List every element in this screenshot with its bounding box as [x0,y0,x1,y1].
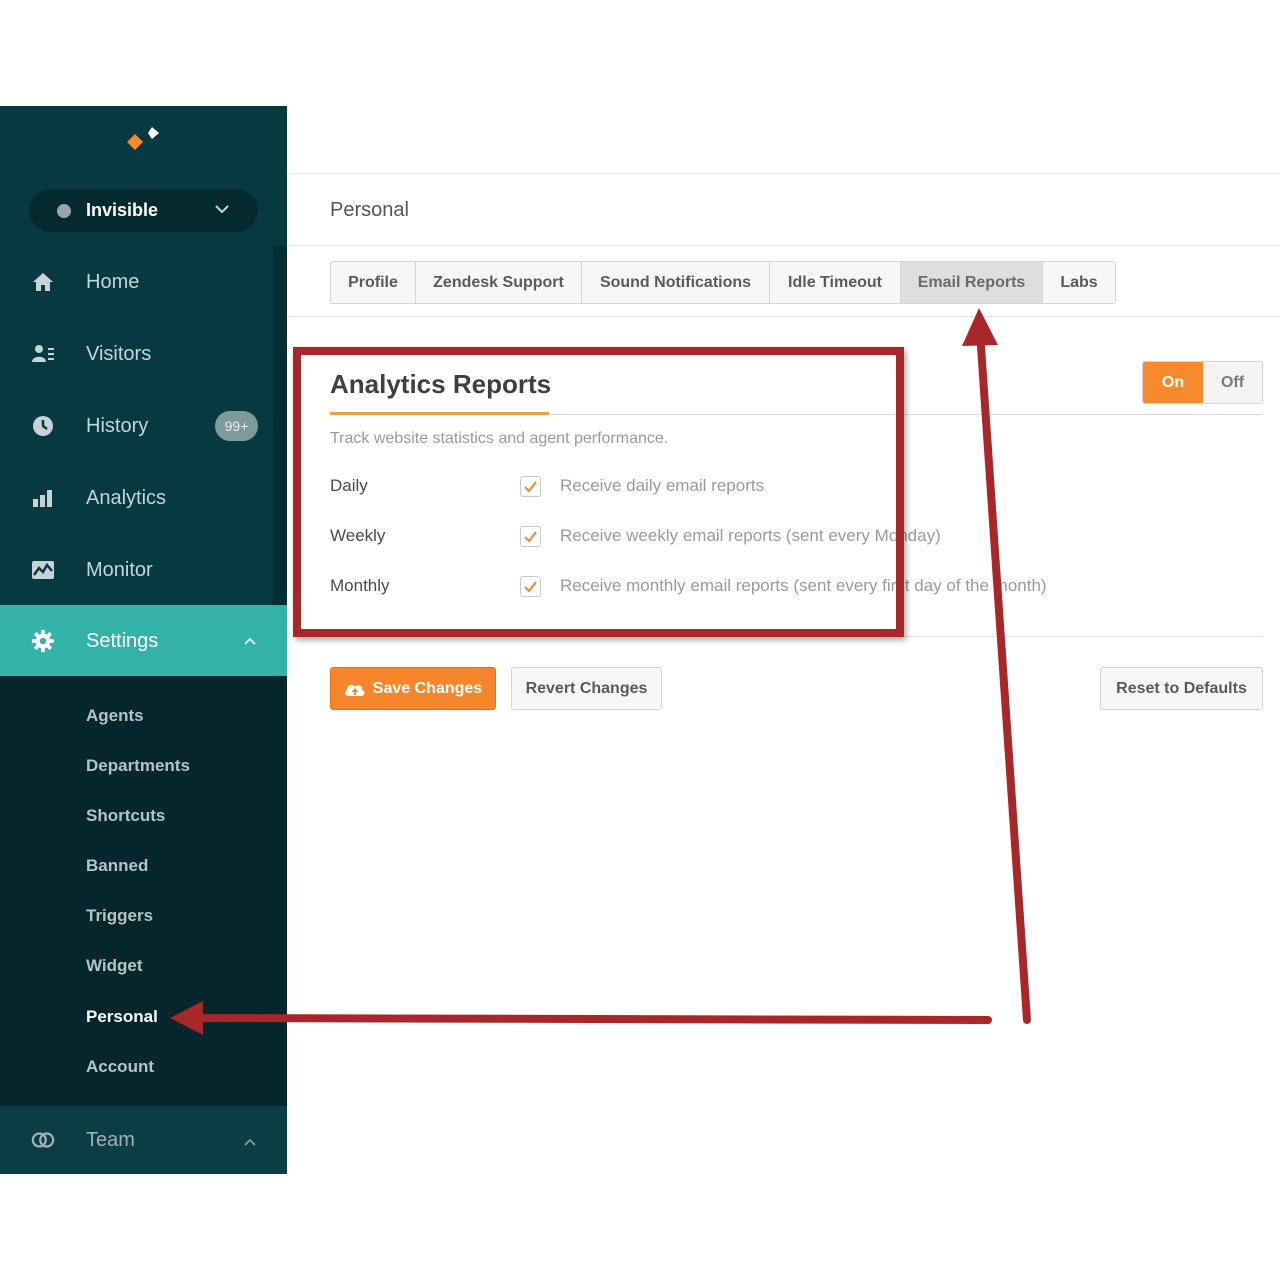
zendesk-chat-logo-icon [127,127,159,150]
nav-label: Team [86,1128,135,1151]
monitor-icon [31,558,55,582]
revert-changes-button[interactable]: Revert Changes [511,667,662,710]
tabs-divider [287,316,1280,317]
nav-item-monitor[interactable]: Monitor [0,534,287,606]
tab-sound-notifications[interactable]: Sound Notifications [582,262,770,303]
header-divider [287,173,1280,174]
chevron-down-icon [215,205,229,214]
status-dropdown[interactable]: Invisible [29,189,258,232]
bar-chart-icon [31,486,55,510]
nav-label: History [86,414,149,437]
status-label: Invisible [86,200,159,220]
title-divider [287,245,1280,246]
chevron-up-icon [244,637,256,645]
toggle-on-button[interactable]: On [1143,362,1203,403]
clock-icon [31,414,55,438]
analytics-reports-toggle: On Off [1142,361,1263,404]
gear-icon [31,629,55,653]
submenu-item-account[interactable]: Account [86,1057,154,1077]
visitors-icon [31,342,55,366]
save-changes-label: Save Changes [372,679,483,697]
sidebar: Invisible Home Visitors History 99+ Anal… [0,106,287,1174]
cloud-upload-icon [345,684,365,696]
reset-to-defaults-button[interactable]: Reset to Defaults [1100,667,1263,710]
nav-item-home[interactable]: Home [0,246,287,318]
submenu-item-departments[interactable]: Departments [86,756,190,776]
tab-email-reports[interactable]: Email Reports [901,262,1043,303]
page-title: Personal [330,199,409,221]
nav-item-analytics[interactable]: Analytics [0,462,287,534]
history-count-badge: 99+ [215,411,258,441]
nav-item-history[interactable]: History 99+ [0,390,287,462]
submenu-item-shortcuts[interactable]: Shortcuts [86,806,165,826]
nav-label: Visitors [86,342,152,365]
tab-zendesk-support[interactable]: Zendesk Support [416,262,582,303]
submenu-item-widget[interactable]: Widget [86,956,143,976]
arrow-to-email-reports-tab [976,328,1031,1024]
arrow-to-personal-menu [178,1014,992,1024]
nav-label: Settings [86,629,159,652]
tab-profile[interactable]: Profile [331,262,416,303]
annotation-highlight-box [293,347,904,637]
submenu-item-banned[interactable]: Banned [86,856,148,876]
settings-tabs: Profile Zendesk Support Sound Notificati… [330,261,1116,304]
nav-item-settings[interactable]: Settings [0,605,287,677]
settings-submenu: Agents Departments Shortcuts Banned Trig… [0,676,287,1106]
toggle-off-button[interactable]: Off [1203,362,1262,403]
submenu-item-agents[interactable]: Agents [86,706,144,726]
chevron-up-icon [244,1138,256,1146]
status-dot-icon [57,203,71,218]
nav-item-team[interactable]: Team [0,1106,287,1174]
nav-label: Analytics [86,486,167,509]
home-icon [31,270,55,294]
submenu-item-triggers[interactable]: Triggers [86,906,153,926]
nav-item-visitors[interactable]: Visitors [0,318,287,390]
nav-label: Monitor [86,558,153,581]
tab-labs[interactable]: Labs [1043,262,1115,303]
nav-label: Home [86,270,140,293]
submenu-item-personal[interactable]: Personal [86,1007,158,1027]
team-icon [31,1128,55,1152]
save-changes-button[interactable]: Save Changes [330,667,496,710]
tab-idle-timeout[interactable]: Idle Timeout [770,262,901,303]
